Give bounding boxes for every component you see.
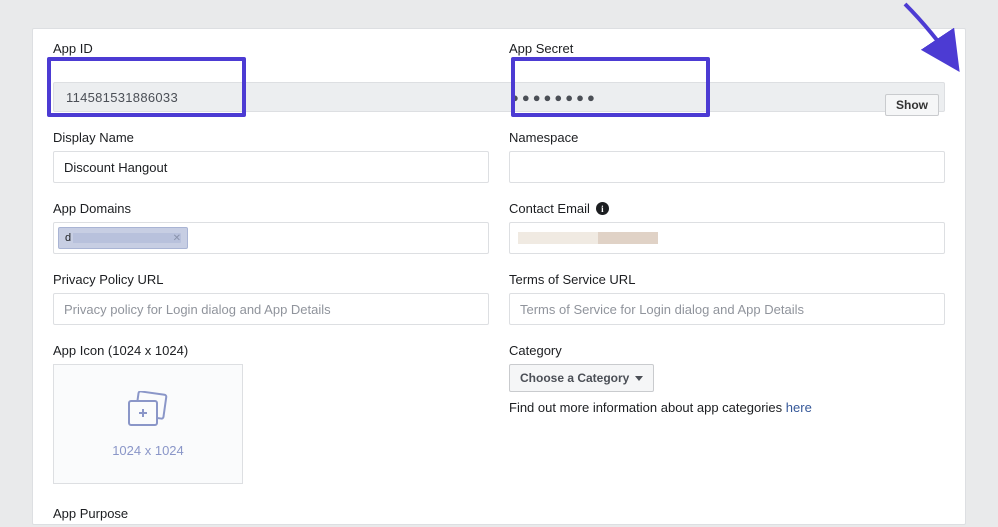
app-id-value: 114581531886033 xyxy=(54,90,499,105)
app-secret-value: ●●●●●●●● xyxy=(499,90,944,105)
contact-email-label: Contact Email i xyxy=(509,201,945,216)
app-domains-input[interactable]: d ✕ xyxy=(53,222,489,254)
chevron-down-icon xyxy=(635,376,643,381)
app-domains-label: App Domains xyxy=(53,201,489,216)
close-icon[interactable]: ✕ xyxy=(173,233,181,244)
app-purpose-label: App Purpose xyxy=(53,506,489,521)
app-icon-label: App Icon (1024 x 1024) xyxy=(53,343,489,358)
category-help-text: Find out more information about app cate… xyxy=(509,400,945,415)
display-name-input[interactable] xyxy=(53,151,489,183)
app-id-label: App ID xyxy=(53,41,489,56)
category-label: Category xyxy=(509,343,945,358)
privacy-url-label: Privacy Policy URL xyxy=(53,272,489,287)
app-icon-upload[interactable]: 1024 x 1024 xyxy=(53,364,243,484)
terms-url-label: Terms of Service URL xyxy=(509,272,945,287)
app-secret-label: App Secret xyxy=(509,41,945,56)
icon-size-placeholder: 1024 x 1024 xyxy=(112,443,184,458)
upload-image-icon xyxy=(123,391,173,433)
namespace-input[interactable] xyxy=(509,151,945,183)
show-secret-button[interactable]: Show xyxy=(885,94,939,116)
info-icon[interactable]: i xyxy=(596,202,609,215)
contact-email-input[interactable] xyxy=(509,222,945,254)
domain-chip[interactable]: d ✕ xyxy=(58,227,188,249)
privacy-url-input[interactable] xyxy=(53,293,489,325)
namespace-label: Namespace xyxy=(509,130,945,145)
display-name-label: Display Name xyxy=(53,130,489,145)
id-secret-bar: 114581531886033 ●●●●●●●● Show xyxy=(53,82,945,112)
category-help-link[interactable]: here xyxy=(786,400,812,415)
terms-url-input[interactable] xyxy=(509,293,945,325)
id-secret-labels: App ID App Secret xyxy=(33,29,965,62)
settings-card: App ID App Secret 114581531886033 ●●●●●●… xyxy=(32,28,966,525)
choose-category-button[interactable]: Choose a Category xyxy=(509,364,654,392)
